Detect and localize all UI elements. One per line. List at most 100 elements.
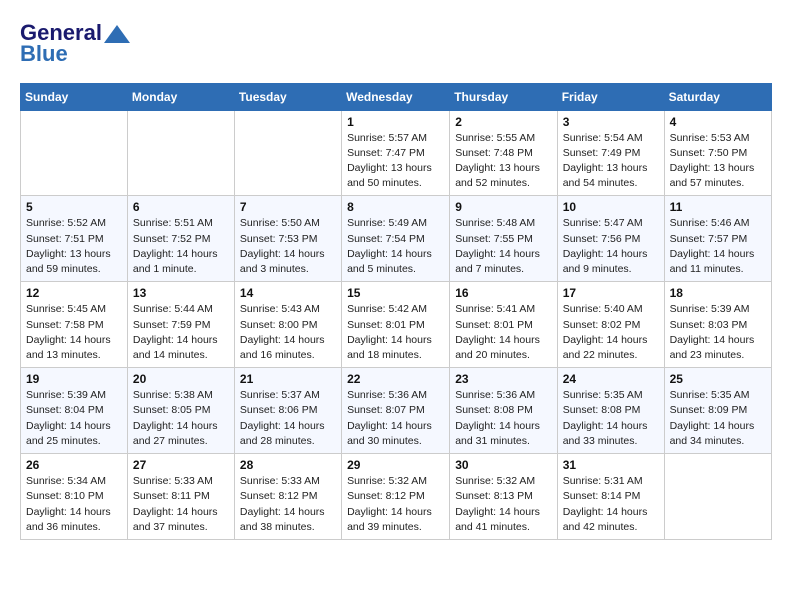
day-detail: Sunrise: 5:36 AM Sunset: 8:08 PM Dayligh… [455, 388, 551, 449]
day-detail: Sunrise: 5:39 AM Sunset: 8:03 PM Dayligh… [670, 302, 766, 363]
day-detail: Sunrise: 5:48 AM Sunset: 7:55 PM Dayligh… [455, 216, 551, 277]
day-number: 21 [240, 372, 336, 386]
day-number: 30 [455, 458, 551, 472]
day-detail: Sunrise: 5:32 AM Sunset: 8:13 PM Dayligh… [455, 474, 551, 535]
day-number: 7 [240, 200, 336, 214]
day-detail: Sunrise: 5:38 AM Sunset: 8:05 PM Dayligh… [133, 388, 229, 449]
day-detail: Sunrise: 5:43 AM Sunset: 8:00 PM Dayligh… [240, 302, 336, 363]
calendar-cell: 29 Sunrise: 5:32 AM Sunset: 8:12 PM Dayli… [342, 454, 450, 540]
calendar-cell: 12 Sunrise: 5:45 AM Sunset: 7:58 PM Dayli… [21, 282, 128, 368]
day-detail: Sunrise: 5:53 AM Sunset: 7:50 PM Dayligh… [670, 131, 766, 192]
day-number: 23 [455, 372, 551, 386]
day-detail: Sunrise: 5:57 AM Sunset: 7:47 PM Dayligh… [347, 131, 444, 192]
day-detail: Sunrise: 5:40 AM Sunset: 8:02 PM Dayligh… [563, 302, 659, 363]
calendar-cell: 4 Sunrise: 5:53 AM Sunset: 7:50 PM Daylig… [664, 110, 771, 196]
calendar-cell: 16 Sunrise: 5:41 AM Sunset: 8:01 PM Dayli… [450, 282, 557, 368]
day-detail: Sunrise: 5:32 AM Sunset: 8:12 PM Dayligh… [347, 474, 444, 535]
day-detail: Sunrise: 5:52 AM Sunset: 7:51 PM Dayligh… [26, 216, 122, 277]
calendar-cell: 23 Sunrise: 5:36 AM Sunset: 8:08 PM Dayli… [450, 368, 557, 454]
day-detail: Sunrise: 5:54 AM Sunset: 7:49 PM Dayligh… [563, 131, 659, 192]
logo-icon [104, 25, 130, 43]
day-number: 27 [133, 458, 229, 472]
day-detail: Sunrise: 5:31 AM Sunset: 8:14 PM Dayligh… [563, 474, 659, 535]
logo: General Blue [20, 20, 130, 67]
calendar-cell: 30 Sunrise: 5:32 AM Sunset: 8:13 PM Dayli… [450, 454, 557, 540]
calendar-week-1: 1 Sunrise: 5:57 AM Sunset: 7:47 PM Daylig… [21, 110, 772, 196]
calendar-cell: 1 Sunrise: 5:57 AM Sunset: 7:47 PM Daylig… [342, 110, 450, 196]
day-detail: Sunrise: 5:45 AM Sunset: 7:58 PM Dayligh… [26, 302, 122, 363]
calendar-cell: 26Sunrise: 5:34 AM Sunset: 8:10 PM Dayli… [21, 454, 128, 540]
calendar-cell: 27 Sunrise: 5:33 AM Sunset: 8:11 PM Dayli… [127, 454, 234, 540]
day-number: 28 [240, 458, 336, 472]
calendar-week-4: 19Sunrise: 5:39 AM Sunset: 8:04 PM Dayli… [21, 368, 772, 454]
day-number: 16 [455, 286, 551, 300]
day-number: 18 [670, 286, 766, 300]
day-detail: Sunrise: 5:37 AM Sunset: 8:06 PM Dayligh… [240, 388, 336, 449]
calendar-cell [664, 454, 771, 540]
day-number: 4 [670, 115, 766, 129]
calendar-week-2: 5 Sunrise: 5:52 AM Sunset: 7:51 PM Daylig… [21, 196, 772, 282]
day-number: 20 [133, 372, 229, 386]
calendar-cell: 3 Sunrise: 5:54 AM Sunset: 7:49 PM Daylig… [557, 110, 664, 196]
day-number: 24 [563, 372, 659, 386]
day-detail: Sunrise: 5:49 AM Sunset: 7:54 PM Dayligh… [347, 216, 444, 277]
day-number: 5 [26, 200, 122, 214]
day-detail: Sunrise: 5:33 AM Sunset: 8:11 PM Dayligh… [133, 474, 229, 535]
calendar-week-3: 12 Sunrise: 5:45 AM Sunset: 7:58 PM Dayli… [21, 282, 772, 368]
calendar-cell [127, 110, 234, 196]
weekday-header-sunday: Sunday [21, 83, 128, 110]
day-detail: Sunrise: 5:35 AM Sunset: 8:09 PM Dayligh… [670, 388, 766, 449]
day-detail: Sunrise: 5:47 AM Sunset: 7:56 PM Dayligh… [563, 216, 659, 277]
calendar-cell: 28 Sunrise: 5:33 AM Sunset: 8:12 PM Dayli… [234, 454, 341, 540]
day-number: 3 [563, 115, 659, 129]
weekday-header-saturday: Saturday [664, 83, 771, 110]
day-number: 25 [670, 372, 766, 386]
calendar-cell: 6 Sunrise: 5:51 AM Sunset: 7:52 PM Daylig… [127, 196, 234, 282]
calendar-cell: 20 Sunrise: 5:38 AM Sunset: 8:05 PM Dayli… [127, 368, 234, 454]
weekday-header-tuesday: Tuesday [234, 83, 341, 110]
day-number: 12 [26, 286, 122, 300]
weekday-header-friday: Friday [557, 83, 664, 110]
day-detail: Sunrise: 5:41 AM Sunset: 8:01 PM Dayligh… [455, 302, 551, 363]
calendar-cell: 9 Sunrise: 5:48 AM Sunset: 7:55 PM Daylig… [450, 196, 557, 282]
day-number: 22 [347, 372, 444, 386]
day-number: 14 [240, 286, 336, 300]
day-detail: Sunrise: 5:33 AM Sunset: 8:12 PM Dayligh… [240, 474, 336, 535]
calendar-cell: 2 Sunrise: 5:55 AM Sunset: 7:48 PM Daylig… [450, 110, 557, 196]
calendar-cell: 5 Sunrise: 5:52 AM Sunset: 7:51 PM Daylig… [21, 196, 128, 282]
day-detail: Sunrise: 5:55 AM Sunset: 7:48 PM Dayligh… [455, 131, 551, 192]
day-number: 9 [455, 200, 551, 214]
day-number: 6 [133, 200, 229, 214]
weekday-header-thursday: Thursday [450, 83, 557, 110]
day-detail: Sunrise: 5:50 AM Sunset: 7:53 PM Dayligh… [240, 216, 336, 277]
day-detail: Sunrise: 5:46 AM Sunset: 7:57 PM Dayligh… [670, 216, 766, 277]
calendar-cell: 25 Sunrise: 5:35 AM Sunset: 8:09 PM Dayli… [664, 368, 771, 454]
weekday-header-wednesday: Wednesday [342, 83, 450, 110]
calendar-table: SundayMondayTuesdayWednesdayThursdayFrid… [20, 83, 772, 540]
calendar-cell: 8 Sunrise: 5:49 AM Sunset: 7:54 PM Daylig… [342, 196, 450, 282]
day-detail: Sunrise: 5:34 AM Sunset: 8:10 PM Dayligh… [26, 474, 122, 535]
day-number: 31 [563, 458, 659, 472]
calendar-cell: 14 Sunrise: 5:43 AM Sunset: 8:00 PM Dayli… [234, 282, 341, 368]
calendar-cell: 21 Sunrise: 5:37 AM Sunset: 8:06 PM Dayli… [234, 368, 341, 454]
calendar-header-row: SundayMondayTuesdayWednesdayThursdayFrid… [21, 83, 772, 110]
day-detail: Sunrise: 5:39 AM Sunset: 8:04 PM Dayligh… [26, 388, 122, 449]
day-number: 13 [133, 286, 229, 300]
day-detail: Sunrise: 5:51 AM Sunset: 7:52 PM Dayligh… [133, 216, 229, 277]
page-header: General Blue [20, 20, 772, 67]
weekday-header-monday: Monday [127, 83, 234, 110]
day-number: 1 [347, 115, 444, 129]
calendar-cell: 22Sunrise: 5:36 AM Sunset: 8:07 PM Dayli… [342, 368, 450, 454]
calendar-cell: 24Sunrise: 5:35 AM Sunset: 8:08 PM Dayli… [557, 368, 664, 454]
calendar-cell: 7 Sunrise: 5:50 AM Sunset: 7:53 PM Daylig… [234, 196, 341, 282]
calendar-cell: 19Sunrise: 5:39 AM Sunset: 8:04 PM Dayli… [21, 368, 128, 454]
day-number: 8 [347, 200, 444, 214]
calendar-cell: 10Sunrise: 5:47 AM Sunset: 7:56 PM Dayli… [557, 196, 664, 282]
calendar-cell [21, 110, 128, 196]
calendar-cell: 31 Sunrise: 5:31 AM Sunset: 8:14 PM Dayli… [557, 454, 664, 540]
calendar-cell: 11Sunrise: 5:46 AM Sunset: 7:57 PM Dayli… [664, 196, 771, 282]
calendar-cell [234, 110, 341, 196]
day-number: 29 [347, 458, 444, 472]
day-number: 2 [455, 115, 551, 129]
calendar-week-5: 26Sunrise: 5:34 AM Sunset: 8:10 PM Dayli… [21, 454, 772, 540]
